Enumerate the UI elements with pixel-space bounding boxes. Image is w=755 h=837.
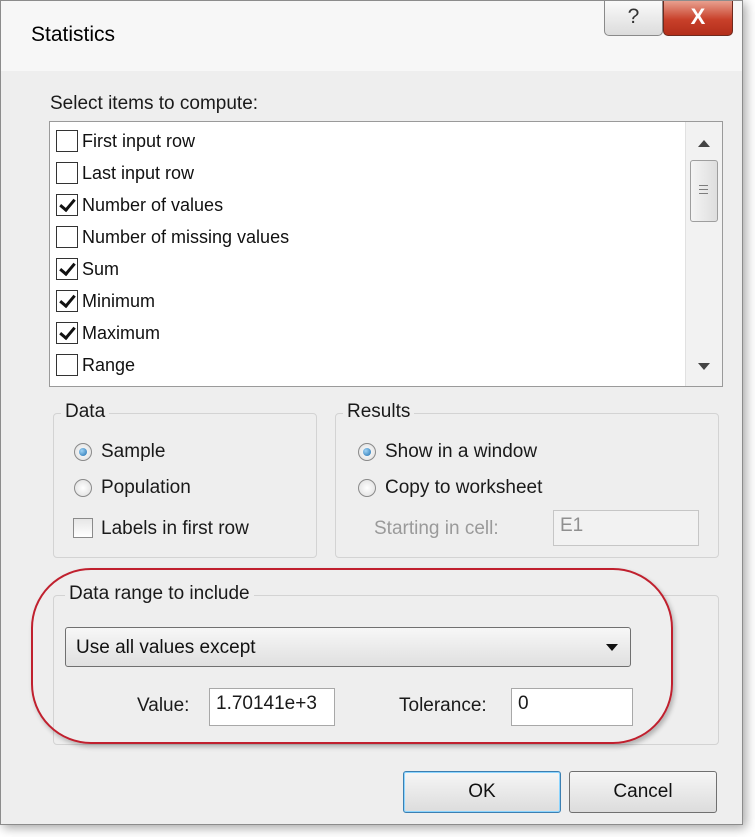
item-label: Minimum bbox=[82, 290, 156, 311]
window-title: Statistics bbox=[31, 23, 116, 46]
list-item[interactable]: Sum bbox=[56, 254, 119, 284]
population-label: Population bbox=[101, 477, 191, 498]
checkbox-number-of-missing-values[interactable] bbox=[56, 226, 78, 248]
close-button[interactable]: X bbox=[663, 1, 733, 36]
help-button[interactable]: ? bbox=[604, 1, 663, 36]
ok-button[interactable]: OK bbox=[403, 771, 561, 813]
title-bar: Statistics ? X bbox=[1, 1, 742, 71]
copy-to-worksheet-label: Copy to worksheet bbox=[385, 477, 543, 498]
show-in-window-radio[interactable] bbox=[358, 443, 376, 461]
item-label: Sum bbox=[82, 258, 120, 279]
checkbox-maximum[interactable] bbox=[56, 322, 78, 344]
copy-to-worksheet-radio[interactable] bbox=[358, 479, 376, 497]
red-highlight-ellipse bbox=[31, 568, 673, 744]
labels-first-row-checkbox[interactable] bbox=[73, 518, 93, 538]
checkbox-first-input-row[interactable] bbox=[56, 130, 78, 152]
checkbox-range[interactable] bbox=[56, 354, 78, 376]
starting-cell-label: Starting in cell: bbox=[374, 518, 499, 539]
list-scrollbar[interactable] bbox=[685, 122, 722, 386]
item-label: First input row bbox=[82, 130, 196, 151]
item-label: Number of values bbox=[82, 194, 224, 215]
grip-line bbox=[699, 189, 708, 190]
data-group-title: Data bbox=[61, 401, 110, 423]
statistics-dialog: Statistics ? X Select items to compute: … bbox=[0, 0, 743, 825]
checkbox-number-of-values[interactable] bbox=[56, 194, 78, 216]
list-item[interactable]: Number of values bbox=[56, 190, 223, 220]
list-item[interactable]: Minimum bbox=[56, 286, 155, 316]
labels-first-row-label: Labels in first row bbox=[101, 518, 249, 539]
sample-label: Sample bbox=[101, 441, 166, 462]
list-item[interactable]: Number of missing values bbox=[56, 222, 289, 252]
checkbox-sum[interactable] bbox=[56, 258, 78, 280]
grip-line bbox=[699, 193, 708, 194]
list-item[interactable]: Range bbox=[56, 350, 135, 380]
checkbox-last-input-row[interactable] bbox=[56, 162, 78, 184]
scroll-down-icon[interactable] bbox=[698, 363, 710, 370]
population-radio[interactable] bbox=[74, 479, 92, 497]
item-label: Last input row bbox=[82, 162, 195, 183]
sample-radio[interactable] bbox=[74, 443, 92, 461]
scroll-thumb[interactable] bbox=[690, 160, 718, 222]
item-label: Number of missing values bbox=[82, 226, 290, 247]
item-label: Range bbox=[82, 354, 136, 375]
list-item[interactable]: First input row bbox=[56, 126, 195, 156]
list-item[interactable]: Maximum bbox=[56, 318, 160, 348]
items-listbox[interactable]: First input row Last input row Number of… bbox=[49, 121, 723, 387]
select-items-label: Select items to compute: bbox=[50, 93, 259, 114]
item-label: Maximum bbox=[82, 322, 161, 343]
scroll-up-icon[interactable] bbox=[698, 140, 710, 147]
show-in-window-label: Show in a window bbox=[385, 441, 538, 462]
cancel-button[interactable]: Cancel bbox=[569, 771, 717, 813]
list-item[interactable]: Last input row bbox=[56, 158, 194, 188]
grip-line bbox=[699, 185, 708, 186]
starting-cell-input[interactable]: E1 bbox=[553, 510, 699, 546]
checkbox-minimum[interactable] bbox=[56, 290, 78, 312]
results-group-title: Results bbox=[343, 401, 415, 423]
